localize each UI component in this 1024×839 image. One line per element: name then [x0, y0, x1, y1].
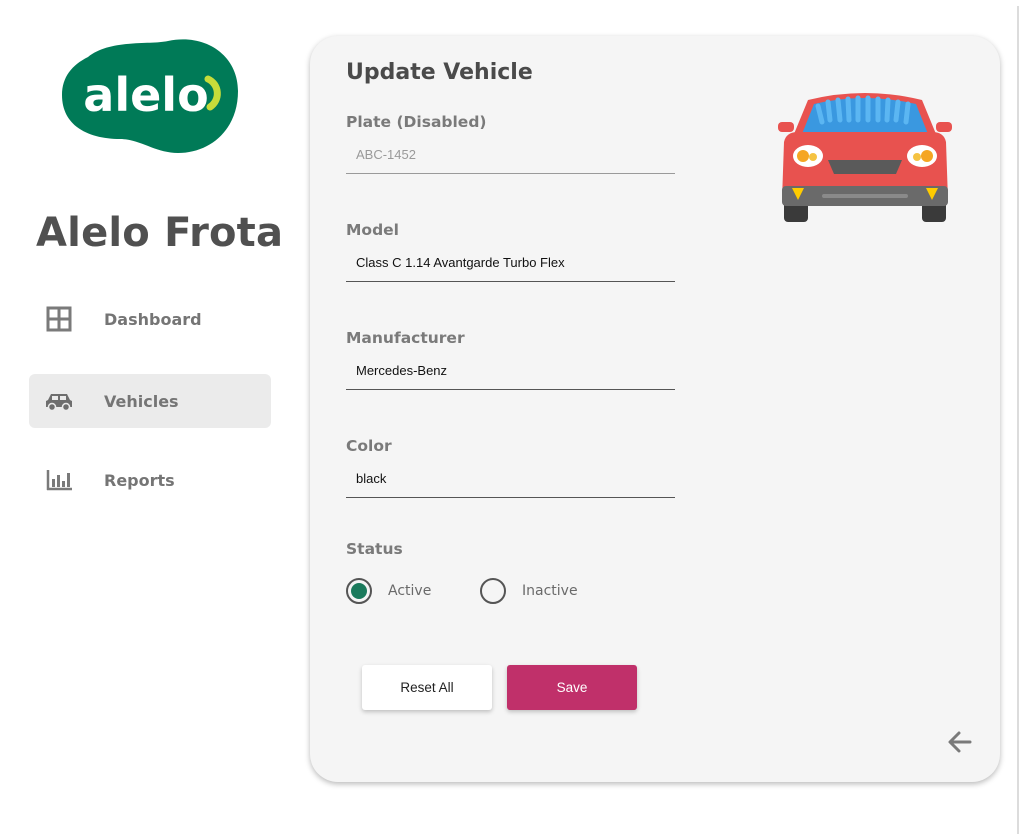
- model-label: Model: [346, 221, 399, 239]
- manufacturer-label: Manufacturer: [346, 329, 465, 347]
- radio-label: Active: [388, 583, 432, 599]
- app-page: alelo Alelo Frota Dashboard Vehicles Rep…: [0, 0, 1024, 839]
- radio-dot: [351, 583, 367, 599]
- status-radio-active[interactable]: Active: [346, 578, 431, 604]
- status-label: Status: [346, 540, 403, 558]
- sidebar-item-dashboard[interactable]: Dashboard: [29, 292, 271, 346]
- color-input[interactable]: [346, 460, 675, 498]
- alelo-logo: alelo: [62, 39, 238, 153]
- sidebar-item-label: Reports: [104, 470, 175, 490]
- car-icon: [45, 387, 73, 415]
- color-field: Color: [346, 434, 675, 498]
- brand-title: Alelo Frota: [36, 210, 284, 256]
- sidebar-item-vehicles[interactable]: Vehicles: [29, 374, 271, 428]
- sidebar-item-label: Vehicles: [104, 391, 179, 411]
- save-button[interactable]: Save: [507, 665, 637, 710]
- manufacturer-field: Manufacturer: [346, 326, 675, 390]
- model-input[interactable]: [346, 244, 675, 282]
- grid-icon: [45, 305, 73, 333]
- color-label: Color: [346, 437, 392, 455]
- sidebar-item-label: Dashboard: [104, 309, 202, 329]
- bar-chart-icon: [45, 466, 73, 494]
- back-arrow-icon[interactable]: [946, 728, 974, 756]
- reset-all-button[interactable]: Reset All: [362, 665, 492, 710]
- plate-input: [346, 136, 675, 174]
- car-illustration: [778, 93, 952, 222]
- plate-label: Plate (Disabled): [346, 113, 487, 131]
- manufacturer-input[interactable]: [346, 352, 675, 390]
- plate-field: Plate (Disabled): [346, 110, 675, 174]
- logo-wordmark: alelo: [83, 68, 208, 122]
- model-field: Model: [346, 218, 675, 282]
- radio-label: Inactive: [522, 583, 578, 599]
- window-edge: [1017, 6, 1019, 834]
- sidebar-item-reports[interactable]: Reports: [29, 453, 271, 507]
- radio-button[interactable]: [480, 578, 506, 604]
- page-title: Update Vehicle: [346, 60, 533, 85]
- status-radio-inactive[interactable]: Inactive: [480, 578, 578, 604]
- update-vehicle-card: Update Vehicle Plate (Disabled) ABC-1452…: [310, 36, 1000, 782]
- radio-button-selected[interactable]: [346, 578, 372, 604]
